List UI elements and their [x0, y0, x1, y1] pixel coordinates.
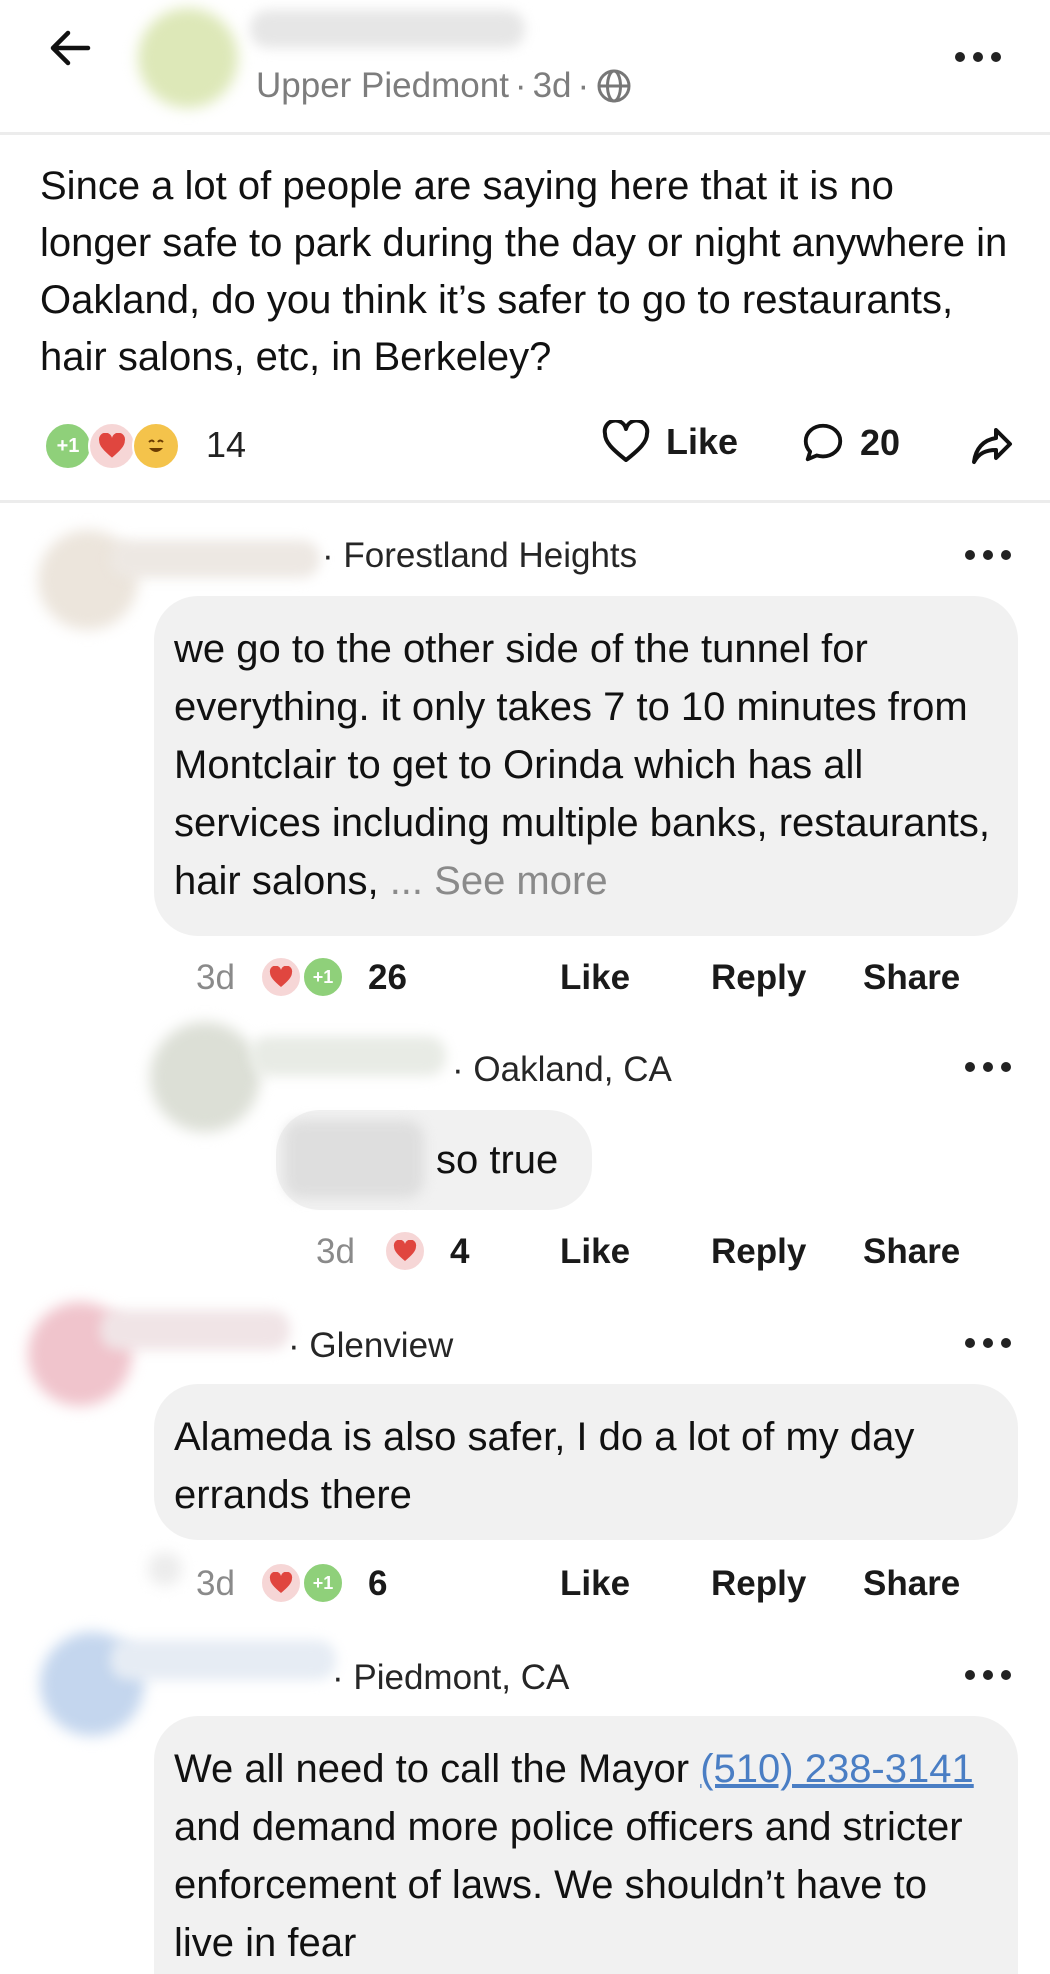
heart-reaction-icon	[384, 1230, 426, 1272]
comment-like-button[interactable]: Like	[560, 1232, 630, 1272]
comment-count: 20	[860, 422, 901, 463]
heart-reaction-icon	[260, 1562, 302, 1604]
comment-location: · Oakland, CA	[452, 1050, 672, 1089]
post-time: 3d	[532, 66, 572, 105]
heart-outline-icon	[602, 420, 650, 462]
comment-reply-button[interactable]: Reply	[711, 1564, 806, 1604]
comment-reply-button[interactable]: Reply	[711, 1232, 806, 1272]
comment-time: 3d	[316, 1232, 355, 1271]
heart-reaction-icon	[88, 422, 136, 470]
comment-options-button[interactable]	[965, 1670, 1011, 1682]
post-meta: Upper Piedmont · 3d ·	[256, 66, 633, 106]
laugh-reaction-icon	[132, 422, 180, 470]
commenter-name-redacted	[100, 1310, 290, 1350]
redacted-mark	[148, 1552, 182, 1586]
like-button[interactable]: Like	[602, 420, 738, 464]
post-body: Since a lot of people are saying here th…	[40, 164, 1008, 379]
post-location: Upper Piedmont	[256, 66, 509, 105]
comment-location: · Piedmont, CA	[332, 1658, 570, 1697]
mention-redacted	[284, 1120, 424, 1198]
meta-separator: ·	[514, 66, 527, 105]
comment-location: · Forestland Heights	[322, 536, 638, 575]
comment-reaction-count[interactable]: 6	[368, 1564, 387, 1604]
comment-text: We all need to call the Mayor	[174, 1747, 701, 1791]
share-button[interactable]	[968, 422, 1016, 475]
comment-text: Alameda is also safer, I do a lot of my …	[174, 1415, 915, 1517]
commenter-name-redacted	[110, 540, 320, 578]
comment-time: 3d	[196, 1564, 235, 1603]
comment-like-button[interactable]: Like	[560, 958, 630, 998]
plus-one-reaction-icon: +1	[302, 956, 344, 998]
comment-like-button[interactable]: Like	[560, 1564, 630, 1604]
comment-button[interactable]: 20	[800, 420, 900, 466]
see-more-link[interactable]: ... See more	[390, 859, 608, 903]
heart-reaction-icon	[260, 956, 302, 998]
comment-bubble: we go to the other side of the tunnel fo…	[154, 596, 1018, 936]
meta-separator-2: ·	[577, 66, 590, 105]
commenter-name-redacted	[250, 1036, 446, 1076]
comment-reply-button[interactable]: Reply	[711, 958, 806, 998]
globe-icon	[597, 69, 631, 103]
comment-share-button[interactable]: Share	[863, 1564, 960, 1604]
author-avatar[interactable]	[138, 8, 238, 108]
comment-bubble-icon	[803, 423, 843, 462]
comment-reaction-count[interactable]: 4	[450, 1232, 469, 1272]
comment-share-button[interactable]: Share	[863, 1232, 960, 1272]
commenter-avatar[interactable]	[150, 1022, 260, 1132]
header-divider	[0, 132, 1050, 135]
comment-text: so true	[436, 1138, 559, 1182]
plus-one-reaction-icon: +1	[44, 422, 92, 470]
reaction-count[interactable]: 14	[206, 424, 246, 466]
commenter-name-redacted	[110, 1640, 336, 1680]
like-label: Like	[666, 421, 739, 462]
comment-time: 3d	[196, 958, 235, 997]
comment-options-button[interactable]	[965, 1338, 1011, 1350]
author-name-redacted	[250, 10, 525, 48]
post-options-button[interactable]	[955, 52, 1001, 64]
comment-reaction-count[interactable]: 26	[368, 958, 407, 998]
share-arrow-icon	[972, 428, 1012, 464]
plus-one-reaction-icon: +1	[302, 1562, 344, 1604]
post-divider	[0, 500, 1050, 503]
comment-bubble: We all need to call the Mayor (510) 238-…	[154, 1716, 1018, 1974]
comment-text-continued: and demand more police officers and stri…	[174, 1805, 963, 1965]
back-arrow-icon	[50, 30, 91, 66]
back-button[interactable]	[44, 22, 96, 74]
comment-bubble: Alameda is also safer, I do a lot of my …	[154, 1384, 1018, 1540]
comment-bubble: so true	[276, 1110, 592, 1210]
comment-location: · Glenview	[288, 1326, 454, 1365]
phone-link[interactable]: (510) 238-3141	[700, 1747, 974, 1791]
comment-share-button[interactable]: Share	[863, 958, 960, 998]
comment-options-button[interactable]	[965, 550, 1011, 562]
comment-options-button[interactable]	[965, 1062, 1011, 1074]
